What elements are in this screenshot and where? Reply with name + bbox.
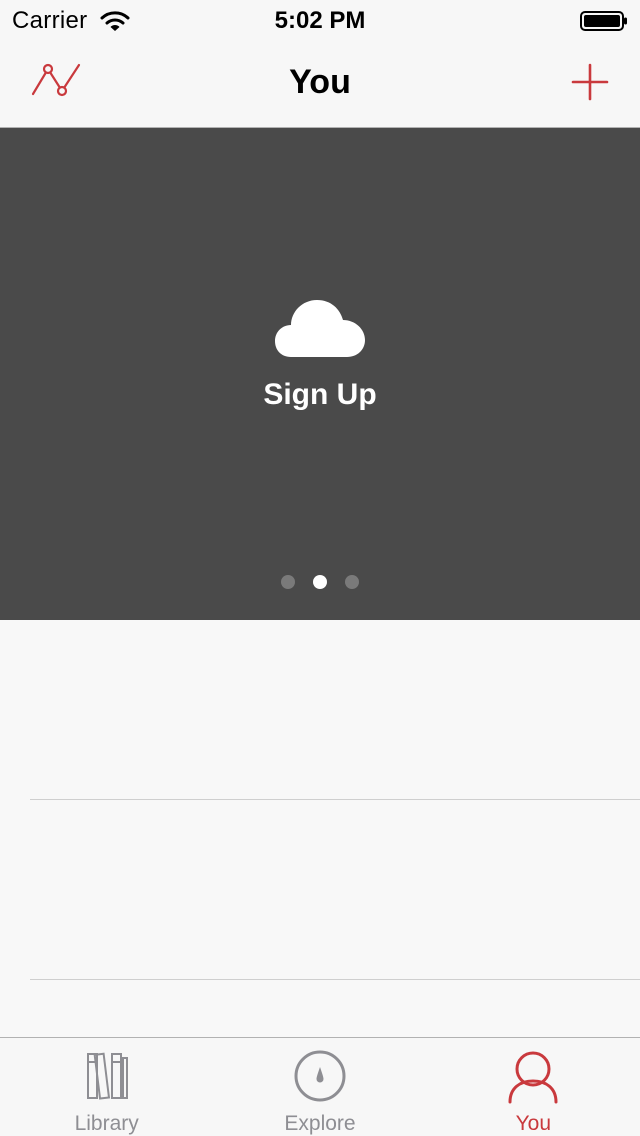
page-dot[interactable]	[281, 575, 295, 589]
person-icon	[508, 1051, 558, 1104]
list-divider	[30, 799, 640, 800]
page-dot-active[interactable]	[313, 575, 327, 589]
page-title: You	[289, 63, 351, 101]
tab-you[interactable]: You	[427, 1038, 640, 1136]
page-dot[interactable]	[345, 575, 359, 589]
cloud-icon	[275, 300, 365, 357]
list-divider	[30, 979, 640, 980]
library-books-icon	[86, 1052, 128, 1100]
page-control[interactable]	[0, 575, 640, 589]
tab-library[interactable]: Library	[0, 1038, 213, 1136]
tab-label: Explore	[284, 1112, 356, 1135]
tab-label: Library	[74, 1112, 139, 1135]
plus-icon[interactable]	[570, 62, 610, 102]
tab-explore[interactable]: Explore	[213, 1038, 426, 1136]
status-bar: Carrier 5:02 PM	[0, 0, 640, 40]
compass-icon	[294, 1050, 346, 1102]
battery-icon	[580, 11, 627, 31]
navigation-bar: You	[0, 40, 640, 128]
sign-up-banner[interactable]: Sign Up	[0, 128, 640, 620]
sign-up-label: Sign Up	[263, 378, 377, 411]
tab-bar: Library Explore You	[0, 1037, 640, 1136]
tab-label: You	[515, 1112, 552, 1135]
status-time: 5:02 PM	[274, 7, 366, 34]
